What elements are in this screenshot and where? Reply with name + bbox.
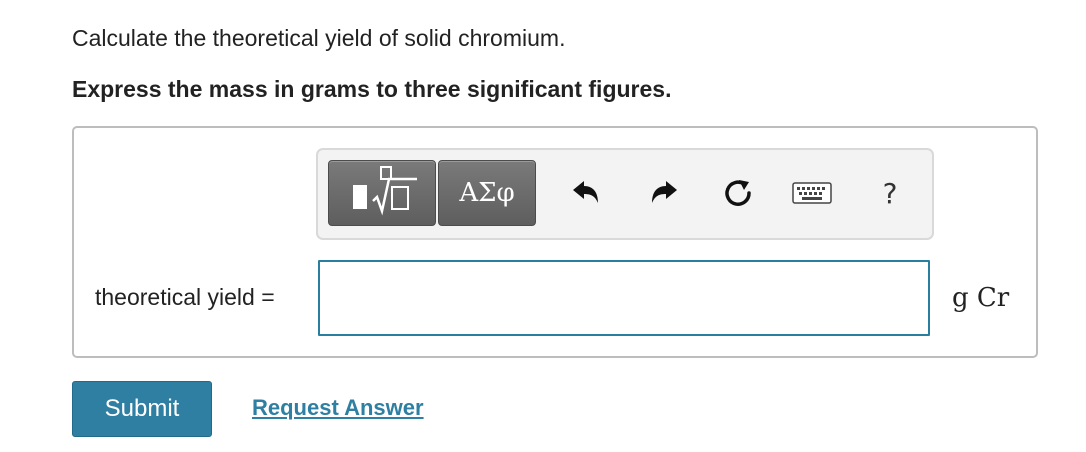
greek-symbols-button[interactable]: ΑΣφ xyxy=(438,160,536,226)
answer-unit: g Cr xyxy=(952,283,1010,313)
request-answer-link[interactable]: Request Answer xyxy=(252,394,424,422)
question-instruction: Express the mass in grams to three signi… xyxy=(72,76,672,102)
templates-button[interactable] xyxy=(328,160,436,226)
math-toolbar: ΑΣφ ? xyxy=(316,148,934,240)
keyboard-icon[interactable] xyxy=(792,170,832,216)
question-prompt: Calculate the theoretical yield of solid… xyxy=(72,25,566,51)
reset-icon[interactable] xyxy=(718,170,758,216)
templates-sqrt-icon xyxy=(353,166,417,216)
help-button[interactable]: ? xyxy=(870,170,910,216)
undo-icon[interactable] xyxy=(566,170,606,216)
answer-input[interactable] xyxy=(318,260,930,336)
submit-button[interactable]: Submit xyxy=(72,381,212,437)
answer-label: theoretical yield = xyxy=(95,284,275,310)
redo-icon[interactable] xyxy=(644,170,684,216)
